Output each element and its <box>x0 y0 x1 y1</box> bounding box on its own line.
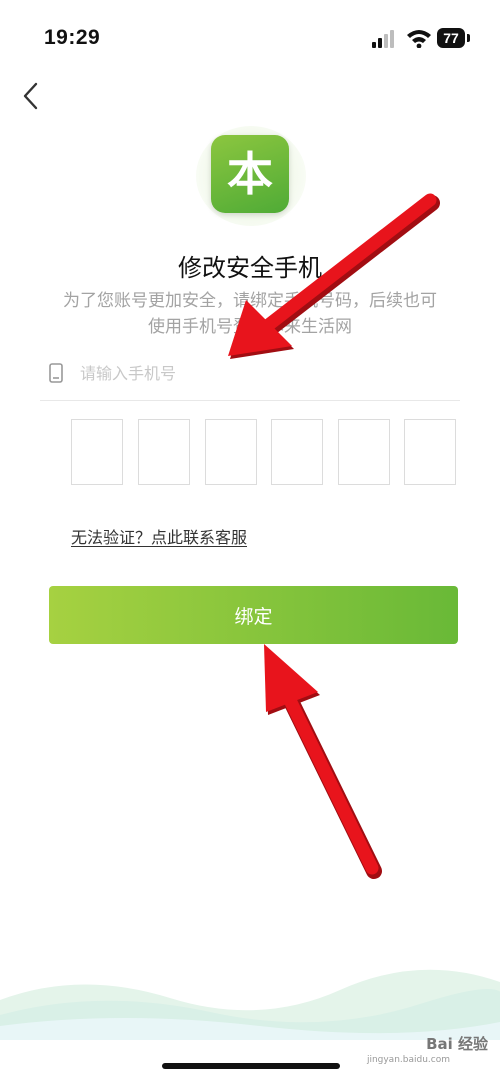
watermark: Bai 经验 <box>426 1035 488 1053</box>
phone-input[interactable] <box>80 358 450 388</box>
logo-glyph: 本 <box>227 147 273 201</box>
contact-support-link[interactable]: 无法验证？点此联系客服 <box>71 524 247 548</box>
watermark-url: jingyan.baidu.com <box>366 1055 450 1065</box>
bind-button[interactable]: 绑定 <box>49 586 458 644</box>
battery-tip <box>467 34 470 42</box>
code-box-1[interactable] <box>71 419 123 485</box>
page-title: 修改安全手机 <box>178 254 322 282</box>
code-box-2[interactable] <box>138 419 190 485</box>
signal-icon <box>372 30 394 48</box>
phone-icon <box>49 363 63 383</box>
code-box-4[interactable] <box>271 419 323 485</box>
back-button[interactable] <box>14 78 48 114</box>
status-time: 19:29 <box>44 26 101 49</box>
battery-level: 77 <box>437 28 465 48</box>
phone-field-row <box>40 350 460 401</box>
app-logo: 本 <box>211 135 289 213</box>
battery-icon: 77 <box>437 28 471 48</box>
arrow-to-bind-button <box>264 644 382 879</box>
code-box-3[interactable] <box>205 419 257 485</box>
status-bar: 19:29 77 <box>0 0 500 80</box>
wifi-icon <box>407 30 431 48</box>
code-box-6[interactable] <box>404 419 456 485</box>
decorative-waves <box>0 969 500 1040</box>
page-description: 为了您账号更加安全，请绑定手机号码，后续也可使用手机号登录本来生活网 <box>63 291 437 337</box>
code-box-5[interactable] <box>338 419 390 485</box>
chevron-left-icon <box>23 82 38 110</box>
verification-code-boxes[interactable] <box>71 419 461 487</box>
home-indicator[interactable] <box>162 1063 340 1069</box>
